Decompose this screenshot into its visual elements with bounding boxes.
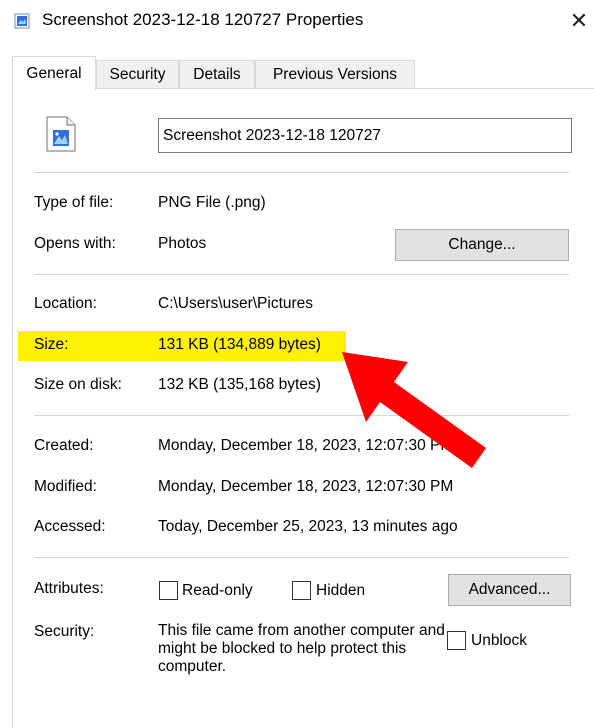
security-label: Security: [34, 623, 95, 640]
created-value: Monday, December 18, 2023, 12:07:30 PM [158, 437, 454, 454]
read-only-checkbox[interactable] [159, 581, 178, 600]
opens-with-value: Photos [158, 235, 207, 252]
modified-label: Modified: [34, 478, 97, 495]
tab-previous-versions[interactable]: Previous Versions [255, 60, 415, 88]
change-button[interactable]: Change... [395, 229, 569, 261]
type-of-file-label: Type of file: [34, 194, 114, 211]
png-file-icon [14, 13, 30, 29]
read-only-label: Read-only [182, 582, 253, 599]
advanced-button[interactable]: Advanced... [448, 574, 571, 606]
tab-general[interactable]: General [12, 56, 96, 90]
close-icon[interactable]: ✕ [566, 8, 592, 34]
modified-value: Monday, December 18, 2023, 12:07:30 PM [158, 478, 454, 495]
location-value: C:\Users\user\Pictures [158, 295, 314, 312]
type-of-file-value: PNG File (.png) [158, 194, 266, 211]
separator [34, 172, 569, 173]
size-on-disk-value: 132 KB (135,168 bytes) [158, 376, 321, 393]
png-image-file-icon [46, 116, 76, 152]
tab-security[interactable]: Security [96, 60, 179, 88]
hidden-label: Hidden [316, 582, 366, 599]
created-label: Created: [34, 437, 94, 454]
accessed-label: Accessed: [34, 518, 106, 535]
location-label: Location: [34, 295, 97, 312]
tab-details[interactable]: Details [179, 60, 255, 88]
separator [34, 415, 569, 416]
unblock-checkbox[interactable] [447, 631, 466, 650]
unblock-label: Unblock [471, 632, 527, 649]
size-value: 131 KB (134,889 bytes) [158, 336, 321, 353]
title-bar: Screenshot 2023-12-18 120727 Properties … [0, 0, 594, 44]
separator [34, 274, 569, 275]
separator [34, 557, 569, 558]
hidden-checkbox[interactable] [292, 581, 311, 600]
opens-with-label: Opens with: [34, 235, 116, 252]
file-name-field[interactable] [158, 118, 572, 153]
security-message: This file came from another computer and… [158, 622, 445, 675]
size-on-disk-label: Size on disk: [34, 376, 122, 393]
accessed-value: Today, December 25, 2023, 13 minutes ago [158, 518, 458, 535]
window-title: Screenshot 2023-12-18 120727 Properties [42, 10, 364, 29]
size-label: Size: [34, 336, 69, 353]
attributes-label: Attributes: [34, 580, 104, 597]
